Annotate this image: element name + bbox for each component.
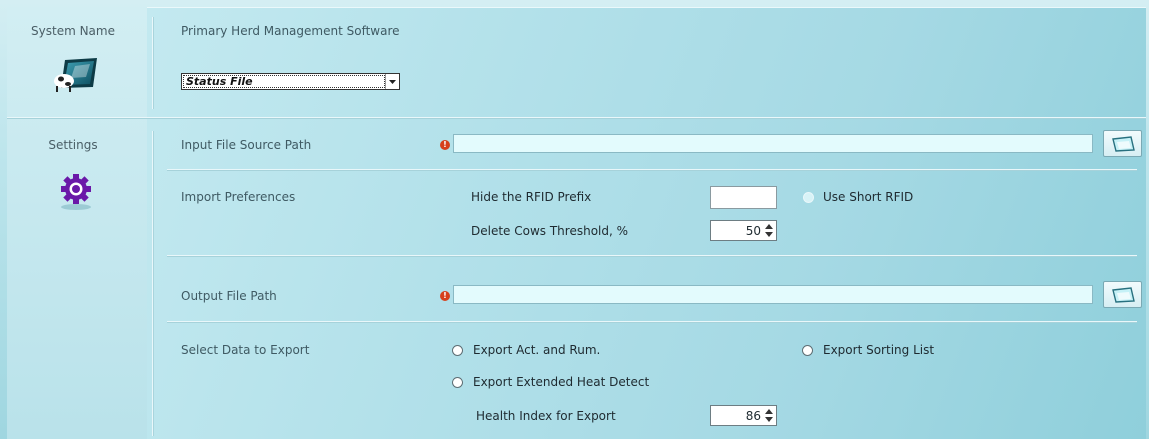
chevron-down-icon[interactable] bbox=[385, 74, 399, 89]
hide-rfid-prefix-input[interactable] bbox=[710, 186, 777, 209]
export-extended-heat-radio[interactable] bbox=[452, 377, 463, 388]
input-path-label: Input File Source Path bbox=[181, 138, 312, 152]
file-type-select-value: Status File bbox=[183, 75, 385, 88]
gear-icon[interactable] bbox=[59, 173, 93, 211]
hide-rfid-prefix-label: Hide the RFID Prefix bbox=[471, 190, 592, 204]
import-preferences-label: Import Preferences bbox=[181, 190, 296, 204]
input-path-field[interactable] bbox=[453, 134, 1093, 153]
health-index-value: 86 bbox=[745, 409, 761, 423]
output-browse-button[interactable] bbox=[1103, 281, 1142, 308]
divider bbox=[167, 321, 1137, 322]
export-act-rum-radio[interactable] bbox=[452, 345, 463, 356]
use-short-rfid-radio[interactable] bbox=[803, 192, 814, 203]
export-sorting-list-label: Export Sorting List bbox=[823, 343, 935, 357]
select-data-export-label: Select Data to Export bbox=[181, 343, 310, 357]
output-path-label: Output File Path bbox=[181, 289, 277, 303]
spinner-arrows-icon[interactable] bbox=[764, 408, 774, 423]
cow-monitor-icon[interactable] bbox=[53, 57, 99, 93]
use-short-rfid-label: Use Short RFID bbox=[823, 190, 914, 204]
delete-threshold-value: 50 bbox=[745, 224, 761, 238]
health-index-stepper[interactable]: 86 bbox=[710, 405, 777, 426]
delete-threshold-stepper[interactable]: 50 bbox=[710, 220, 777, 241]
folder-icon bbox=[1111, 286, 1135, 303]
output-path-field[interactable] bbox=[453, 285, 1093, 304]
system-title: Primary Herd Management Software bbox=[181, 24, 400, 38]
warning-icon: ! bbox=[440, 140, 450, 150]
divider bbox=[167, 255, 1137, 256]
export-act-rum-label: Export Act. and Rum. bbox=[473, 343, 601, 357]
export-extended-heat-label: Export Extended Heat Detect bbox=[473, 375, 650, 389]
divider bbox=[152, 131, 153, 436]
export-sorting-list-radio[interactable] bbox=[802, 345, 813, 356]
divider bbox=[7, 117, 1146, 118]
sidebar-item-system-name-label: System Name bbox=[31, 24, 115, 38]
main-panel: System Name Settings Primary Herd Manage… bbox=[7, 7, 1146, 439]
folder-icon bbox=[1111, 135, 1135, 152]
file-type-select[interactable]: Status File bbox=[181, 73, 400, 90]
divider bbox=[167, 169, 1137, 170]
sidebar-item-settings-label: Settings bbox=[48, 138, 98, 152]
spinner-arrows-icon[interactable] bbox=[764, 223, 774, 238]
delete-threshold-label: Delete Cows Threshold, % bbox=[471, 224, 629, 238]
warning-icon: ! bbox=[440, 291, 450, 301]
divider bbox=[152, 17, 153, 109]
input-browse-button[interactable] bbox=[1103, 130, 1142, 157]
health-index-label: Health Index for Export bbox=[476, 409, 616, 423]
